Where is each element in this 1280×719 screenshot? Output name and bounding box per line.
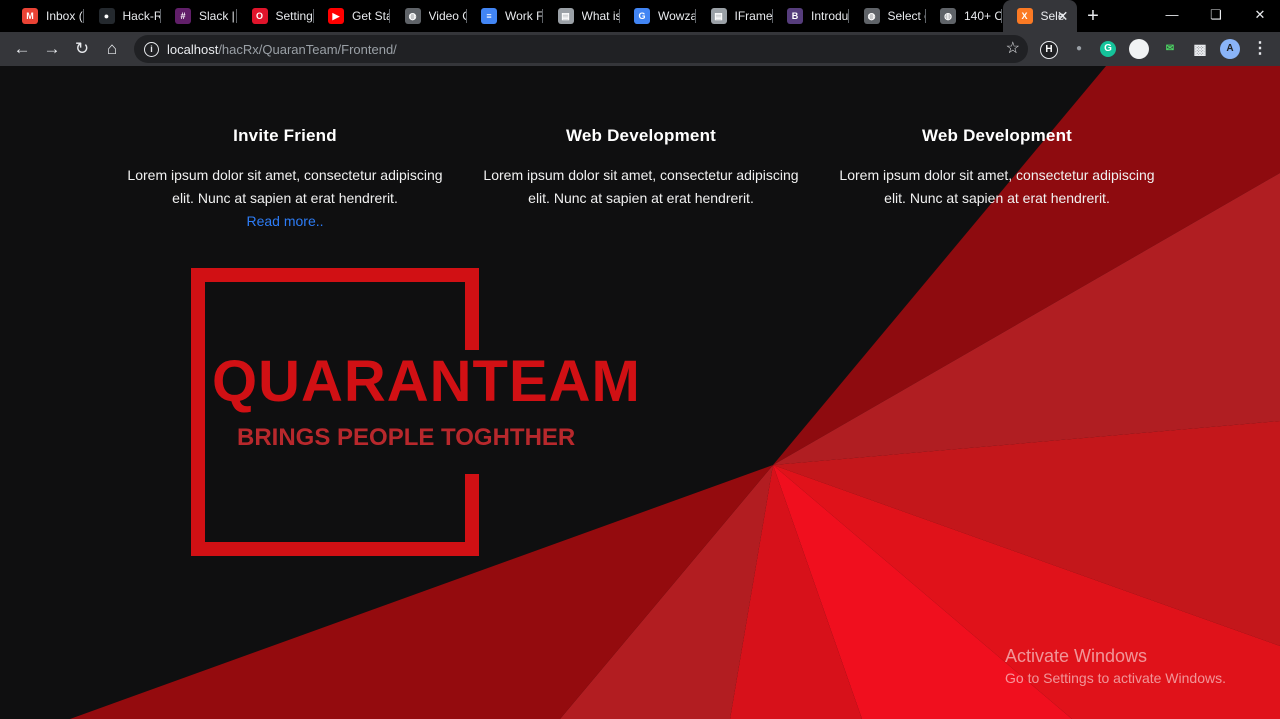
tab-separator <box>1001 9 1002 23</box>
browser-tab[interactable]: ▶ Get Sta <box>314 0 390 32</box>
brand-title: QUARANTEAM <box>212 349 641 414</box>
browser-tab[interactable]: ◍ Select c <box>850 0 926 32</box>
google-icon: G <box>634 8 650 24</box>
browser-tab[interactable]: O Setting <box>238 0 314 32</box>
browser-tab[interactable]: # Slack | <box>161 0 237 32</box>
browser-toolbar: ← → ↻ ⌂ i localhost/hacRx/QuaranTeam/Fro… <box>0 32 1280 66</box>
tab-label: What is <box>581 9 620 23</box>
new-tab-button[interactable]: + <box>1082 4 1104 28</box>
github-icon: ● <box>98 8 115 24</box>
browser-tab[interactable]: ◍ Video C <box>391 0 467 32</box>
gmail-icon: M <box>22 8 38 24</box>
docs-icon: ≡ <box>481 8 497 24</box>
home-button[interactable]: ⌂ <box>100 37 124 61</box>
grammarly-extension-icon[interactable]: G <box>1100 41 1116 57</box>
feature-card: Invite Friend Lorem ipsum dolor sit amet,… <box>125 126 445 233</box>
minimize-button[interactable]: — <box>1150 0 1194 32</box>
tab-label: Wowza <box>658 9 696 23</box>
tab-label: Introdu <box>811 9 849 23</box>
mail-extension-icon[interactable]: ✉ <box>1160 39 1180 59</box>
card-text: Lorem ipsum dolor sit amet, consectetur … <box>839 167 1155 206</box>
forward-button[interactable]: → <box>40 37 64 61</box>
browser-tab[interactable]: B Introdu <box>773 0 849 32</box>
feature-card: Web Development Lorem ipsum dolor sit ame… <box>481 126 801 210</box>
card-text: Lorem ipsum dolor sit amet, consectetur … <box>483 167 799 206</box>
feature-card: Web Development Lorem ipsum dolor sit ame… <box>837 126 1157 210</box>
mic-extension-icon[interactable]: ● <box>1069 39 1089 59</box>
restore-button[interactable]: ❏ <box>1194 0 1238 32</box>
opera-icon: O <box>251 8 268 24</box>
extensions-puzzle-icon[interactable]: ▩ <box>1190 39 1210 59</box>
reload-button[interactable]: ↻ <box>70 37 94 61</box>
watermark-subtitle: Go to Settings to activate Windows. <box>1005 670 1226 686</box>
bootstrap-icon: B <box>787 8 803 24</box>
page-icon: ▤ <box>557 8 574 24</box>
tab-strip: M Inbox (● Hack-R # Slack | O Setting ▶ Get Sta ◍… <box>0 0 1280 32</box>
tab-label: Select c <box>887 9 926 23</box>
globe-icon: ◍ <box>940 8 956 24</box>
back-button[interactable]: ← <box>10 37 34 61</box>
tab-label: Setting <box>275 9 313 23</box>
extension-icon[interactable] <box>1129 39 1149 59</box>
page-icon: ▤ <box>710 8 727 24</box>
tab-label: IFrame <box>734 9 773 23</box>
address-bar[interactable]: i localhost/hacRx/QuaranTeam/Frontend/ ☆ <box>134 35 1028 63</box>
globe-icon: ◍ <box>863 8 880 24</box>
read-more-link[interactable]: Read more.. <box>246 213 323 229</box>
menu-kebab-icon[interactable]: ⋮ <box>1250 39 1270 59</box>
youtube-icon: ▶ <box>328 8 344 24</box>
card-title: Web Development <box>921 126 1073 145</box>
bookmark-star-icon[interactable]: ☆ <box>1006 38 1020 58</box>
windows-activation-watermark: Activate Windows Go to Settings to activ… <box>1005 646 1226 686</box>
tab-label: Inbox ( <box>46 9 83 23</box>
browser-tab[interactable]: ● Hack-R <box>85 0 161 32</box>
card-text: Lorem ipsum dolor sit amet, consectetur … <box>127 167 443 206</box>
profile-avatar[interactable]: A <box>1220 39 1240 59</box>
close-window-button[interactable]: ✕ <box>1238 0 1280 32</box>
watermark-title: Activate Windows <box>1005 646 1148 666</box>
browser-tab[interactable]: ≡ Work F <box>467 0 543 32</box>
honey-extension-icon[interactable]: H <box>1040 41 1058 59</box>
tab-label: Slack | <box>199 9 235 23</box>
close-tab-icon[interactable]: ✕ <box>1057 8 1069 25</box>
browser-tab[interactable]: ◍ 140+ C <box>926 0 1002 32</box>
card-title: Web Development <box>565 126 717 145</box>
browser-tab[interactable]: M Inbox ( <box>8 0 84 32</box>
browser-tab[interactable]: X Sele ✕ <box>1002 0 1077 32</box>
browser-tab[interactable]: ▤ What is <box>544 0 620 32</box>
tab-label: Hack-R <box>122 9 161 23</box>
brand-tagline: BRINGS PEOPLE TOGHTHER <box>237 424 576 451</box>
xampp-icon: X <box>1016 8 1033 24</box>
tab-label: 140+ C <box>964 9 1002 23</box>
url-path: /hacRx/QuaranTeam/Frontend/ <box>218 41 397 57</box>
browser-tab[interactable]: G Wowza <box>620 0 696 32</box>
tab-label: Get Sta <box>352 9 390 23</box>
page-viewport: Invite Friend Lorem ipsum dolor sit amet,… <box>0 66 1280 719</box>
browser-tab[interactable]: ▤ IFrame <box>697 0 773 32</box>
site-info-icon[interactable]: i <box>144 41 159 57</box>
card-title: Invite Friend <box>233 126 337 145</box>
globe-icon: ◍ <box>404 8 421 24</box>
url-host: localhost <box>167 41 219 57</box>
tab-label: Video C <box>428 9 467 23</box>
tab-label: Work F <box>505 9 543 23</box>
slack-icon: # <box>175 8 191 24</box>
